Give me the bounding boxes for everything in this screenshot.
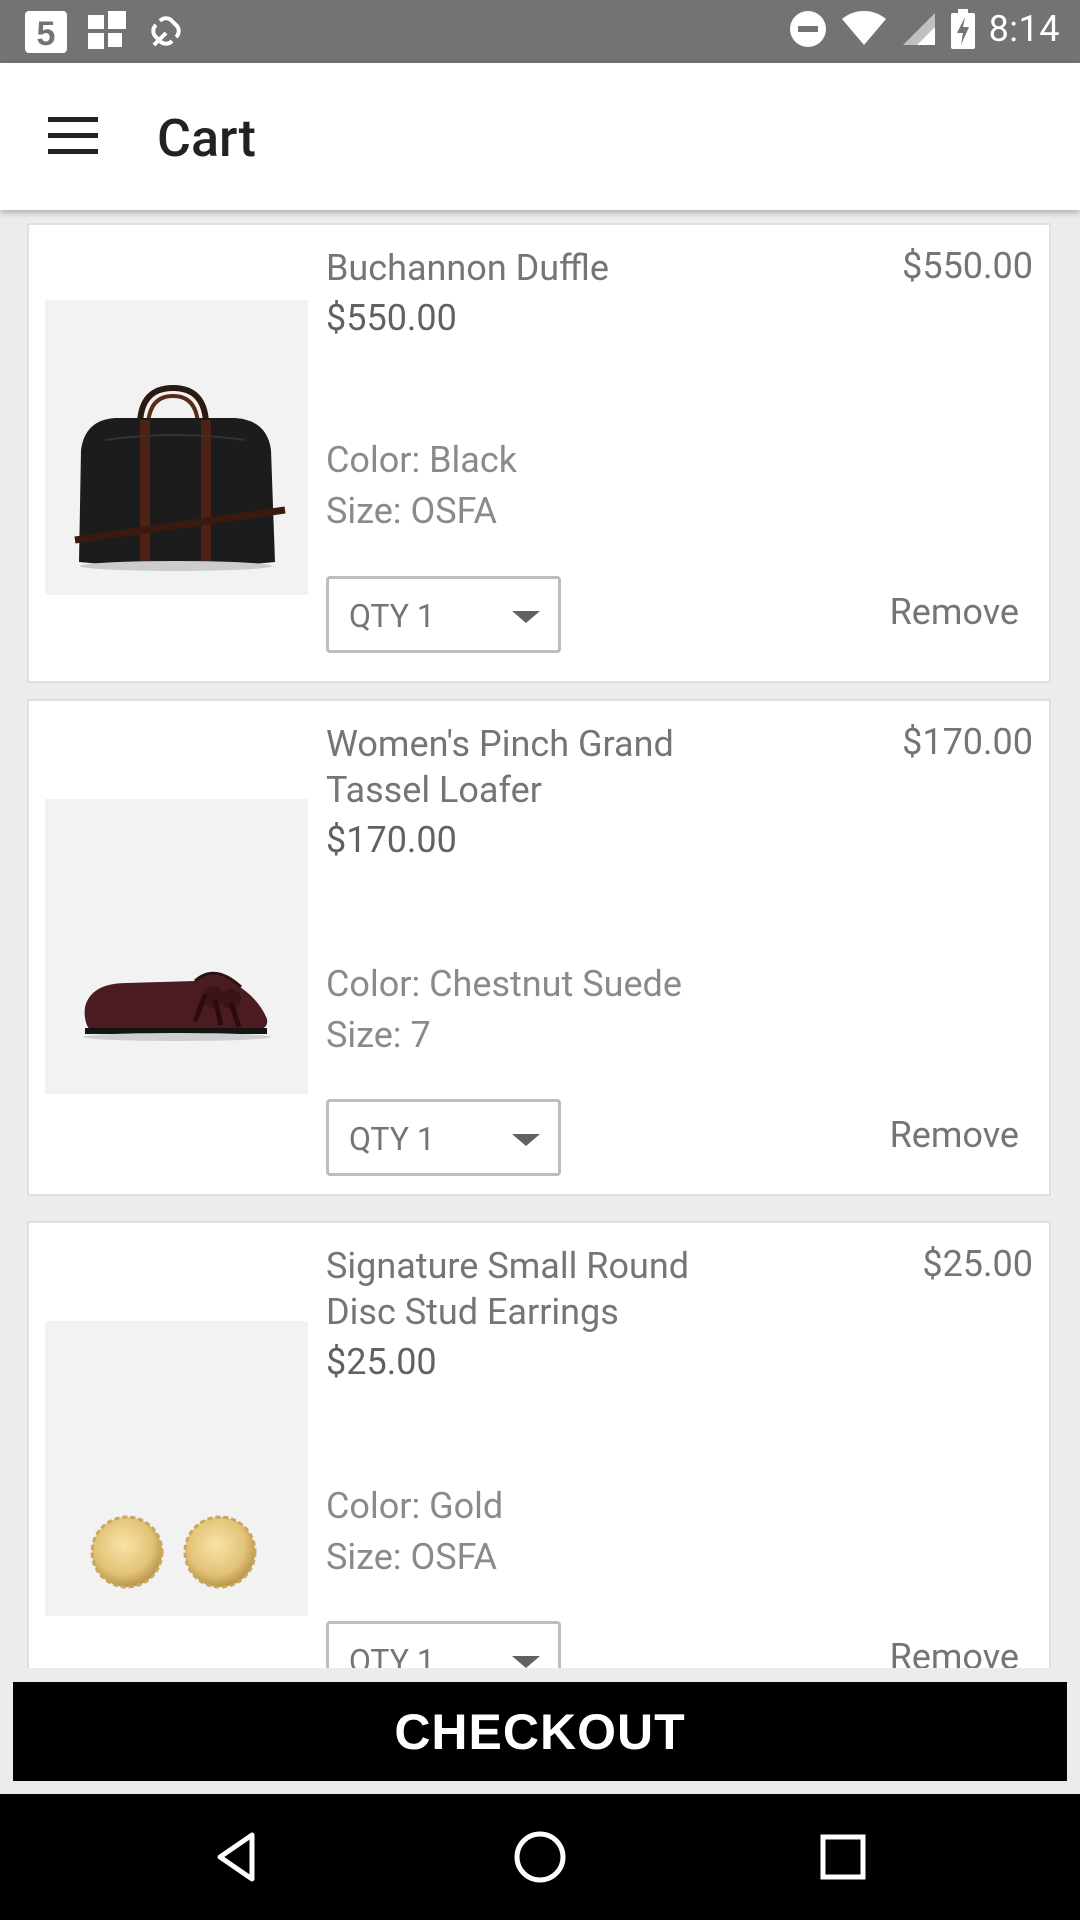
remove-button[interactable]: Remove xyxy=(890,591,1019,633)
link-icon xyxy=(146,11,186,53)
item-size: Size: 7 xyxy=(326,1014,431,1056)
home-icon[interactable] xyxy=(510,1827,570,1887)
item-total-price: $550.00 xyxy=(902,245,1033,287)
checkout-button[interactable]: CHECKOUT xyxy=(13,1682,1067,1781)
chevron-down-icon xyxy=(512,1656,540,1668)
cart-list[interactable]: Buchannon Duffle $550.00 $550.00 Color: … xyxy=(0,210,1080,1668)
item-unit-price: $550.00 xyxy=(326,297,457,339)
back-icon[interactable] xyxy=(206,1827,266,1887)
do-not-disturb-icon xyxy=(789,10,827,48)
qty-label: QTY 1 xyxy=(349,597,435,635)
status-bar: 5 8:14 xyxy=(0,0,1080,63)
status-bar-right-icons: 8:14 xyxy=(789,8,1060,50)
item-unit-price: $170.00 xyxy=(326,819,457,861)
signal-icon xyxy=(901,11,937,47)
page-title: Cart xyxy=(157,108,256,169)
wifi-icon xyxy=(841,11,887,47)
qty-dropdown[interactable]: QTY 1 xyxy=(326,576,561,653)
item-total-price: $25.00 xyxy=(922,1243,1033,1285)
item-total-price: $170.00 xyxy=(902,721,1033,763)
item-color: Color: Black xyxy=(326,439,517,481)
svg-text:5: 5 xyxy=(37,15,56,53)
qty-dropdown[interactable]: QTY 1 xyxy=(326,1621,561,1668)
recents-icon[interactable] xyxy=(813,1827,873,1887)
qty-dropdown[interactable]: QTY 1 xyxy=(326,1099,561,1176)
clock: 8:14 xyxy=(988,8,1060,50)
item-name[interactable]: Signature Small Round Disc Stud Earrings xyxy=(326,1243,766,1335)
qty-label: QTY 1 xyxy=(349,1642,435,1668)
product-image-earrings[interactable] xyxy=(45,1321,308,1616)
item-name[interactable]: Women's Pinch Grand Tassel Loafer xyxy=(326,721,766,813)
checkout-bar: CHECKOUT xyxy=(0,1668,1080,1794)
app-bar: Cart xyxy=(0,63,1080,210)
item-size: Size: OSFA xyxy=(326,1536,497,1578)
qty-label: QTY 1 xyxy=(349,1120,435,1158)
battery-charging-icon xyxy=(950,9,975,49)
notification-5-icon: 5 xyxy=(24,10,68,54)
hamburger-menu-icon[interactable] xyxy=(36,107,108,167)
cart-item: Signature Small Round Disc Stud Earrings… xyxy=(27,1221,1051,1668)
item-name[interactable]: Buchannon Duffle xyxy=(326,245,766,291)
product-image-duffle[interactable] xyxy=(45,300,308,595)
status-bar-left-icons: 5 xyxy=(24,10,186,54)
cart-item: Buchannon Duffle $550.00 $550.00 Color: … xyxy=(27,223,1051,683)
remove-button[interactable]: Remove xyxy=(890,1114,1019,1156)
chevron-down-icon xyxy=(512,611,540,623)
chevron-down-icon xyxy=(512,1134,540,1146)
grid-app-icon xyxy=(86,11,128,53)
item-color: Color: Gold xyxy=(326,1485,504,1527)
item-color: Color: Chestnut Suede xyxy=(326,963,682,1005)
item-unit-price: $25.00 xyxy=(326,1341,437,1383)
remove-button[interactable]: Remove xyxy=(890,1636,1019,1668)
item-size: Size: OSFA xyxy=(326,490,497,532)
product-image-loafer[interactable] xyxy=(45,799,308,1094)
cart-item: Women's Pinch Grand Tassel Loafer $170.0… xyxy=(27,699,1051,1196)
system-nav-bar xyxy=(0,1794,1080,1920)
